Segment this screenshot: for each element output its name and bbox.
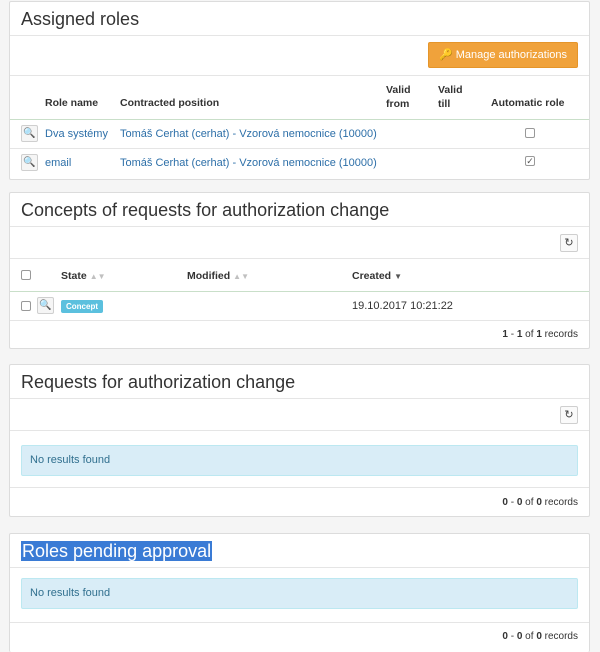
role-name-link[interactable]: email — [45, 157, 71, 169]
pending-title-text: Roles pending approval — [21, 541, 213, 561]
records-count: 1 - 1 of 1 records — [502, 329, 578, 340]
footer-divider — [10, 622, 589, 623]
table-row: 🔍 email Tomáš Cerhat (cerhat) - Vzorová … — [10, 149, 589, 177]
concepts-panel: Concepts of requests for authorization c… — [9, 192, 590, 349]
key-icon: 🔑 — [438, 49, 453, 61]
column-state[interactable]: State ▲▼ — [61, 270, 106, 282]
records-sep: - — [507, 631, 517, 642]
row-checkbox[interactable] — [21, 301, 31, 311]
detail-magnifier-icon[interactable]: 🔍 — [21, 125, 38, 142]
column-valid-till[interactable]: Valid till — [438, 83, 463, 111]
footer-divider — [10, 487, 589, 488]
column-modified-label: Modified — [187, 270, 231, 282]
records-of: of — [522, 329, 537, 340]
records-label: records — [541, 631, 578, 642]
contracted-position-link[interactable]: Tomáš Cerhat (cerhat) - Vzorová nemocnic… — [120, 157, 377, 169]
column-automatic-role[interactable]: Automatic role — [491, 97, 565, 109]
created-value: 19.10.2017 10:21:22 — [352, 300, 453, 312]
table-row: 🔍 Concept 19.10.2017 10:21:22 — [10, 292, 589, 320]
column-role-name[interactable]: Role name — [45, 97, 98, 109]
detail-magnifier-icon[interactable]: 🔍 — [37, 297, 54, 314]
sort-icon: ▲▼ — [89, 272, 106, 281]
no-results-alert: No results found — [21, 445, 578, 476]
sort-descending-icon: ▼ — [394, 272, 403, 281]
valid-till-line1: Valid — [438, 84, 463, 96]
valid-from-line2: from — [386, 98, 410, 110]
column-modified[interactable]: Modified ▲▼ — [187, 270, 249, 282]
automatic-role-checked-checkbox: ✓ — [525, 156, 535, 166]
records-sep: - — [507, 497, 517, 508]
row-divider — [10, 320, 589, 321]
concepts-title: Concepts of requests for authorization c… — [10, 193, 589, 227]
contracted-position-link[interactable]: Tomáš Cerhat (cerhat) - Vzorová nemocnic… — [120, 128, 377, 140]
pending-title: Roles pending approval — [10, 534, 589, 568]
requests-title: Requests for authorization change — [10, 365, 589, 399]
table-row: 🔍 Dva systémy Tomáš Cerhat (cerhat) - Vz… — [10, 120, 589, 148]
detail-magnifier-icon[interactable]: 🔍 — [21, 154, 38, 171]
assigned-roles-title: Assigned roles — [10, 2, 589, 36]
sort-icon: ▲▼ — [233, 272, 250, 281]
column-created[interactable]: Created ▼ — [352, 270, 402, 282]
column-created-label: Created — [352, 270, 392, 282]
status-badge: Concept — [61, 300, 103, 313]
manage-authorizations-label: Manage authorizations — [455, 49, 567, 61]
records-of: of — [522, 631, 537, 642]
assigned-roles-header: Role name Contracted position Valid from… — [10, 78, 589, 120]
assigned-roles-panel: Assigned roles 🔑 Manage authorizations R… — [9, 1, 590, 180]
automatic-role-checkbox — [525, 128, 535, 138]
column-contracted-position[interactable]: Contracted position — [120, 97, 219, 109]
manage-authorizations-button[interactable]: 🔑 Manage authorizations — [427, 42, 578, 68]
concepts-header: State ▲▼ Modified ▲▼ Created ▼ — [10, 260, 589, 291]
requests-toolbar: ↻ — [10, 399, 589, 431]
concepts-toolbar: ↻ — [10, 227, 589, 259]
no-results-alert: No results found — [21, 578, 578, 609]
valid-from-line1: Valid — [386, 84, 411, 96]
records-count: 0 - 0 of 0 records — [502, 631, 578, 642]
records-label: records — [541, 497, 578, 508]
assigned-roles-toolbar: 🔑 Manage authorizations — [10, 36, 589, 76]
records-of: of — [522, 497, 537, 508]
column-valid-from[interactable]: Valid from — [386, 83, 411, 111]
role-name-link[interactable]: Dva systémy — [45, 128, 108, 140]
refresh-icon[interactable]: ↻ — [560, 406, 578, 424]
valid-till-line2: till — [438, 98, 451, 110]
records-sep: - — [507, 329, 517, 340]
refresh-icon[interactable]: ↻ — [560, 234, 578, 252]
requests-panel: Requests for authorization change ↻ No r… — [9, 364, 590, 517]
records-count: 0 - 0 of 0 records — [502, 497, 578, 508]
records-label: records — [541, 329, 578, 340]
select-all-checkbox[interactable] — [21, 270, 31, 280]
pending-panel: Roles pending approval No results found … — [9, 533, 590, 652]
column-state-label: State — [61, 270, 87, 282]
